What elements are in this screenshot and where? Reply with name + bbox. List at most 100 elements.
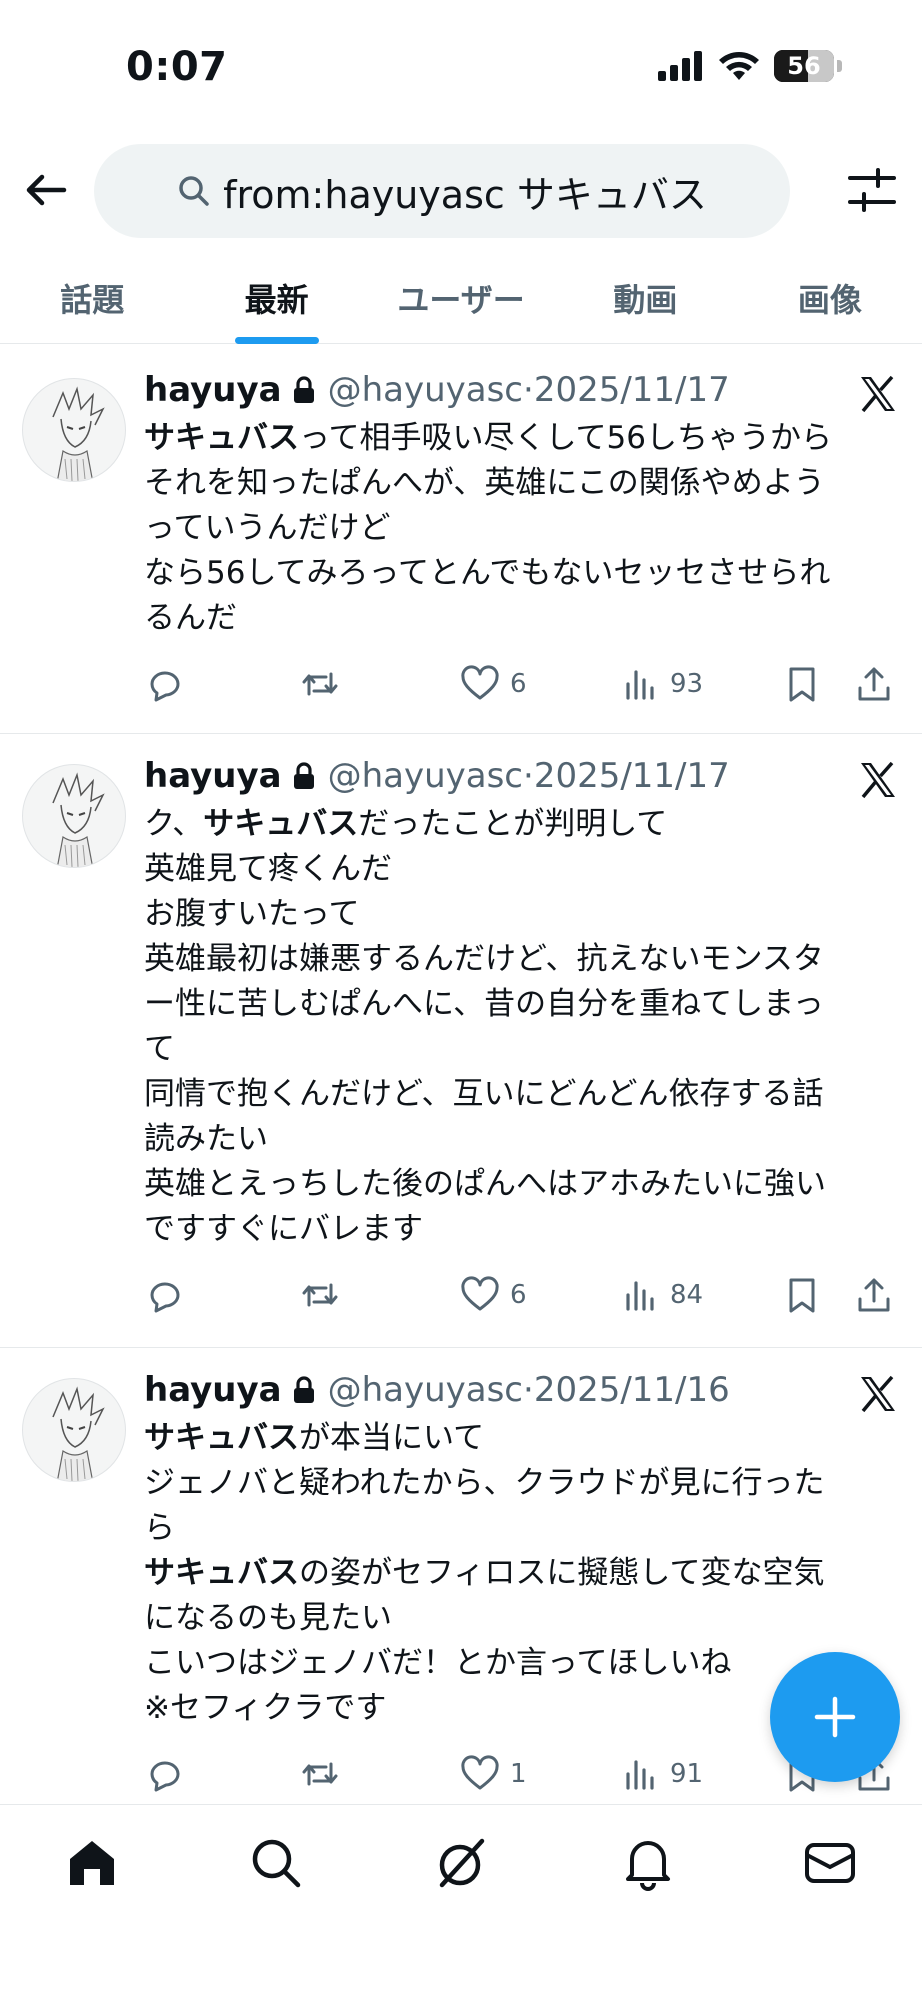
views-chart-icon bbox=[626, 1281, 654, 1311]
home-icon[interactable] bbox=[64, 1835, 120, 1891]
author-name[interactable]: hayuya bbox=[144, 1370, 282, 1410]
filter-sliders-icon[interactable] bbox=[846, 164, 898, 216]
views-button[interactable]: 84 bbox=[620, 1270, 703, 1320]
tab-latest[interactable]: 最新 bbox=[184, 252, 368, 344]
share-icon bbox=[858, 667, 890, 701]
x-logo-icon[interactable] bbox=[858, 1374, 898, 1414]
avatar[interactable] bbox=[22, 764, 126, 868]
tweet-header: hayuya @hayuyasc · 2025/11/16 bbox=[144, 1370, 730, 1410]
reply-button[interactable] bbox=[144, 1270, 184, 1320]
tweet-line: こいつはジェノバだ！とか言ってほしいね bbox=[144, 1645, 732, 1681]
like-button[interactable]: 1 bbox=[460, 1749, 527, 1799]
share-button[interactable] bbox=[854, 659, 894, 709]
retweet-button[interactable] bbox=[300, 1270, 340, 1320]
views-button[interactable]: 93 bbox=[620, 659, 703, 709]
view-count: 93 bbox=[670, 669, 704, 699]
like-count: 6 bbox=[510, 1280, 527, 1310]
retweet-button[interactable] bbox=[300, 659, 340, 709]
avatar[interactable] bbox=[22, 1378, 126, 1482]
lock-icon bbox=[293, 1376, 314, 1403]
highlight-term: サキュバス bbox=[144, 420, 299, 456]
share-icon bbox=[858, 1278, 890, 1312]
plus-icon bbox=[814, 1696, 856, 1738]
tweet-line: ク、サキュバスだったことが判明して bbox=[144, 806, 668, 842]
tweet-line: になるのも見たい bbox=[144, 1600, 392, 1636]
heart-icon bbox=[461, 1755, 499, 1790]
reply-button[interactable] bbox=[144, 1749, 184, 1799]
views-button[interactable]: 91 bbox=[620, 1749, 703, 1799]
tweet-line: ジェノバと疑われたから、クラウドが見に行った bbox=[144, 1465, 825, 1501]
search-query: from:hayuyasc サキュバス bbox=[223, 172, 707, 217]
tweet-line: サキュバスが本当にいて bbox=[144, 1420, 485, 1456]
like-button[interactable]: 6 bbox=[460, 1270, 527, 1320]
tweet-line: サキュバスの姿がセフィロスに擬態して変な空気 bbox=[144, 1555, 825, 1591]
search-icon[interactable] bbox=[248, 1835, 304, 1891]
tweet-date[interactable]: 2025/11/17 bbox=[534, 756, 730, 796]
notifications-bell-icon[interactable] bbox=[620, 1835, 676, 1891]
tweet-line: お腹すいたって bbox=[144, 896, 360, 932]
tweet[interactable]: hayuya @hayuyasc · 2025/11/17 ク、サキュバスだった… bbox=[0, 734, 922, 1348]
search-input[interactable]: from:hayuyasc サキュバス bbox=[94, 144, 790, 238]
avatar-sketch-icon bbox=[52, 386, 105, 481]
status-icons: 56 bbox=[658, 50, 842, 82]
tweet-line: っていうんだけど bbox=[144, 510, 391, 546]
lock-icon bbox=[293, 762, 314, 789]
heart-icon bbox=[461, 1276, 499, 1311]
retweet-icon bbox=[302, 1283, 338, 1307]
tab-images[interactable]: 画像 bbox=[738, 252, 922, 343]
reply-icon bbox=[150, 1282, 180, 1313]
tweet-line: それを知ったぱんへが、英雄にこの関係やめよう bbox=[144, 465, 825, 501]
tweet-text: ク、サキュバスだったことが判明して 英雄見て疼くんだ お腹すいたって 英雄最初は嫌悪す… bbox=[144, 802, 888, 1252]
tweet[interactable]: hayuya @hayuyasc · 2025/11/17 サキュバスって相手吸… bbox=[0, 348, 922, 734]
avatar[interactable] bbox=[22, 378, 126, 482]
bookmark-button[interactable] bbox=[782, 659, 822, 709]
wifi-icon bbox=[719, 52, 759, 80]
tweet-line: サキュバスって相手吸い尽くして56しちゃうから bbox=[144, 420, 832, 456]
reply-icon bbox=[150, 671, 180, 702]
author-handle[interactable]: @hayuyasc bbox=[328, 370, 523, 410]
heart-icon bbox=[461, 665, 499, 700]
tab-users[interactable]: ユーザー bbox=[369, 252, 553, 343]
x-logo-icon[interactable] bbox=[858, 374, 898, 414]
highlight-term: サキュバス bbox=[144, 1555, 299, 1591]
author-name[interactable]: hayuya bbox=[144, 756, 282, 796]
dot-separator: · bbox=[523, 1370, 534, 1410]
tweet-text: サキュバスが本当にいてジェノバと疑われたから、クラウドが見に行ったらサキュバスの… bbox=[144, 1416, 888, 1731]
search-tabs: 話題 最新 ユーザー 動画 画像 bbox=[0, 252, 922, 344]
author-handle[interactable]: @hayuyasc bbox=[328, 756, 523, 796]
tweet-actions: 6 84 bbox=[144, 1270, 904, 1320]
tab-trending[interactable]: 話題 bbox=[0, 252, 184, 343]
reply-button[interactable] bbox=[144, 659, 184, 709]
status-bar: 0:07 56 bbox=[0, 0, 922, 130]
tweet-header: hayuya @hayuyasc · 2025/11/17 bbox=[144, 370, 730, 410]
view-count: 84 bbox=[670, 1280, 704, 1310]
messages-envelope-icon[interactable] bbox=[802, 1835, 858, 1891]
tab-videos[interactable]: 動画 bbox=[553, 252, 737, 343]
lock-icon bbox=[293, 376, 314, 403]
share-button[interactable] bbox=[854, 1270, 894, 1320]
retweet-icon bbox=[302, 1762, 338, 1786]
tweet-text: サキュバスって相手吸い尽くして56しちゃうから それを知ったぱんへが、英雄にこの関… bbox=[144, 416, 888, 641]
bookmark-icon bbox=[789, 667, 815, 702]
x-logo-icon[interactable] bbox=[858, 760, 898, 800]
reply-icon bbox=[150, 1761, 180, 1792]
dot-separator: · bbox=[523, 370, 534, 410]
back-arrow-icon[interactable] bbox=[22, 166, 70, 214]
tweet-line: ら bbox=[144, 1510, 175, 1546]
compose-button[interactable] bbox=[770, 1652, 900, 1782]
author-handle[interactable]: @hayuyasc bbox=[328, 1370, 523, 1410]
tweet-date[interactable]: 2025/11/16 bbox=[534, 1370, 730, 1410]
like-button[interactable]: 6 bbox=[460, 659, 527, 709]
tweet-date[interactable]: 2025/11/17 bbox=[534, 370, 730, 410]
avatar-sketch-icon bbox=[52, 772, 105, 867]
like-count: 1 bbox=[510, 1759, 527, 1789]
bookmark-icon bbox=[789, 1278, 815, 1313]
highlight-term: サキュバス bbox=[203, 806, 359, 842]
grok-icon[interactable] bbox=[432, 1835, 488, 1891]
author-name[interactable]: hayuya bbox=[144, 370, 282, 410]
cellular-signal-icon bbox=[658, 51, 702, 81]
retweet-button[interactable] bbox=[300, 1749, 340, 1799]
tweet-actions: 6 93 bbox=[144, 659, 904, 709]
tweet-line: 同情で抱くんだけど、互いにどんどん依存する話 bbox=[144, 1076, 824, 1112]
bookmark-button[interactable] bbox=[782, 1270, 822, 1320]
